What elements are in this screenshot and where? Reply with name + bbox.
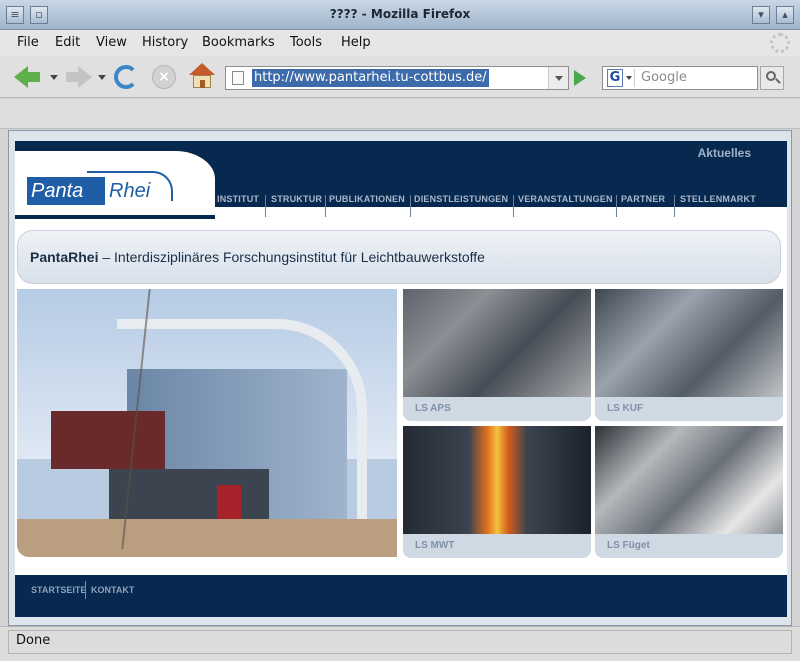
tile-caption: LS APS xyxy=(415,403,451,414)
back-history-dropdown-icon[interactable] xyxy=(50,75,58,80)
tagline-text: PantaRhei – Interdisziplinäres Forschung… xyxy=(30,249,485,265)
status-pane xyxy=(8,630,792,654)
maximize-icon[interactable]: ▴ xyxy=(776,6,794,24)
building-photo xyxy=(17,289,397,557)
reload-icon[interactable] xyxy=(114,65,138,89)
search-icon-handle xyxy=(775,78,781,84)
nav-veranstaltungen[interactable]: VERANSTALTUNGEN xyxy=(518,194,613,204)
nav-separator xyxy=(513,195,514,217)
nav-institut[interactable]: INSTITUT xyxy=(217,194,259,204)
pantarhei-logo[interactable]: Panta Rhei xyxy=(27,171,181,207)
nav-separator xyxy=(674,195,675,217)
go-icon[interactable] xyxy=(574,70,586,86)
nav-separator xyxy=(265,195,266,217)
lab-photo-kuf xyxy=(595,289,783,397)
search-button[interactable] xyxy=(760,66,784,90)
tagline-description: – Interdisziplinäres Forschungsinstitut … xyxy=(98,249,485,265)
activity-throbber-icon xyxy=(770,33,790,53)
institute-tagline: PantaRhei – Interdisziplinäres Forschung… xyxy=(17,230,781,284)
menu-bookmarks[interactable]: Bookmarks xyxy=(202,35,275,50)
menu-history[interactable]: History xyxy=(142,35,188,50)
menu-file[interactable]: File xyxy=(17,35,39,50)
search-input[interactable]: Google xyxy=(641,70,687,85)
url-history-dropdown-icon[interactable] xyxy=(548,67,568,89)
lab-photo-mwt xyxy=(403,426,591,534)
nav-dienstleistungen[interactable]: DIENSTLEISTUNGEN xyxy=(414,194,508,204)
window-titlebar: ≡ ▫ ???? - Mozilla Firefox ▾ ▴ xyxy=(0,0,800,30)
forward-button-icon[interactable] xyxy=(78,66,92,88)
tile-ls-fueget[interactable]: LS Füget xyxy=(595,426,783,558)
nav-stellenmarkt[interactable]: STELLENMARKT xyxy=(680,194,756,204)
nav-publikationen[interactable]: PUBLIKATIONEN xyxy=(329,194,405,204)
bookmarks-toolbar xyxy=(0,99,800,129)
tile-ls-aps[interactable]: LS APS xyxy=(403,289,591,421)
back-button[interactable] xyxy=(26,72,40,82)
menu-bar: File Edit View History Bookmarks Tools H… xyxy=(0,30,800,56)
nav-separator xyxy=(410,195,411,217)
site-header: Aktuelles Panta Rhei INSTITUT STRUKTUR P… xyxy=(15,141,787,219)
tagline-brand: PantaRhei xyxy=(30,249,99,265)
url-bar[interactable]: http://www.pantarhei.tu-cottbus.de/ xyxy=(225,66,569,90)
tile-ls-kuf[interactable]: LS KUF xyxy=(595,289,783,421)
minimize-icon[interactable]: ▾ xyxy=(752,6,770,24)
page-icon xyxy=(232,71,244,85)
nav-separator xyxy=(325,195,326,217)
lab-photo-fueget xyxy=(595,426,783,534)
url-input[interactable]: http://www.pantarhei.tu-cottbus.de/ xyxy=(252,69,489,87)
tile-caption: LS Füget xyxy=(607,540,650,551)
aktuelles-link[interactable]: Aktuelles xyxy=(698,146,751,160)
footer-startseite[interactable]: STARTSEITE xyxy=(31,585,86,595)
logo-panta: Panta xyxy=(27,177,105,205)
main-navigation: INSTITUT STRUKTUR PUBLIKATIONEN DIENSTLE… xyxy=(215,193,787,219)
home-roof xyxy=(189,63,215,75)
home-door xyxy=(200,80,205,88)
pantarhei-site: Aktuelles Panta Rhei INSTITUT STRUKTUR P… xyxy=(15,141,787,617)
window-title: ???? - Mozilla Firefox xyxy=(329,7,471,21)
lab-photo-aps xyxy=(403,289,591,397)
search-box[interactable]: G Google xyxy=(602,66,758,90)
logo-rhei: Rhei xyxy=(109,180,151,202)
nav-separator xyxy=(616,195,617,217)
nav-partner[interactable]: PARTNER xyxy=(621,194,665,204)
tile-ls-mwt[interactable]: LS MWT xyxy=(403,426,591,558)
menu-tools[interactable]: Tools xyxy=(290,35,322,50)
stop-icon[interactable]: × xyxy=(152,65,176,89)
menu-edit[interactable]: Edit xyxy=(55,35,80,50)
footer-kontakt[interactable]: KONTAKT xyxy=(91,585,134,595)
logo-area: Panta Rhei xyxy=(15,151,215,215)
footer-separator xyxy=(85,581,86,599)
status-bar: Done xyxy=(0,626,800,661)
browser-content: Aktuelles Panta Rhei INSTITUT STRUKTUR P… xyxy=(8,130,792,626)
search-engine-selector[interactable]: G xyxy=(605,69,635,87)
status-text: Done xyxy=(16,633,51,648)
home-icon[interactable] xyxy=(189,63,215,89)
nav-struktur[interactable]: STRUKTUR xyxy=(271,194,322,204)
tile-caption: LS KUF xyxy=(607,403,644,414)
menu-view[interactable]: View xyxy=(96,35,127,50)
google-icon: G xyxy=(607,69,623,87)
menu-help[interactable]: Help xyxy=(341,35,371,50)
chevron-down-icon xyxy=(626,76,632,80)
forward-history-dropdown-icon[interactable] xyxy=(98,75,106,80)
site-footer: STARTSEITE KONTAKT xyxy=(15,575,787,617)
tile-caption: LS MWT xyxy=(415,540,455,551)
